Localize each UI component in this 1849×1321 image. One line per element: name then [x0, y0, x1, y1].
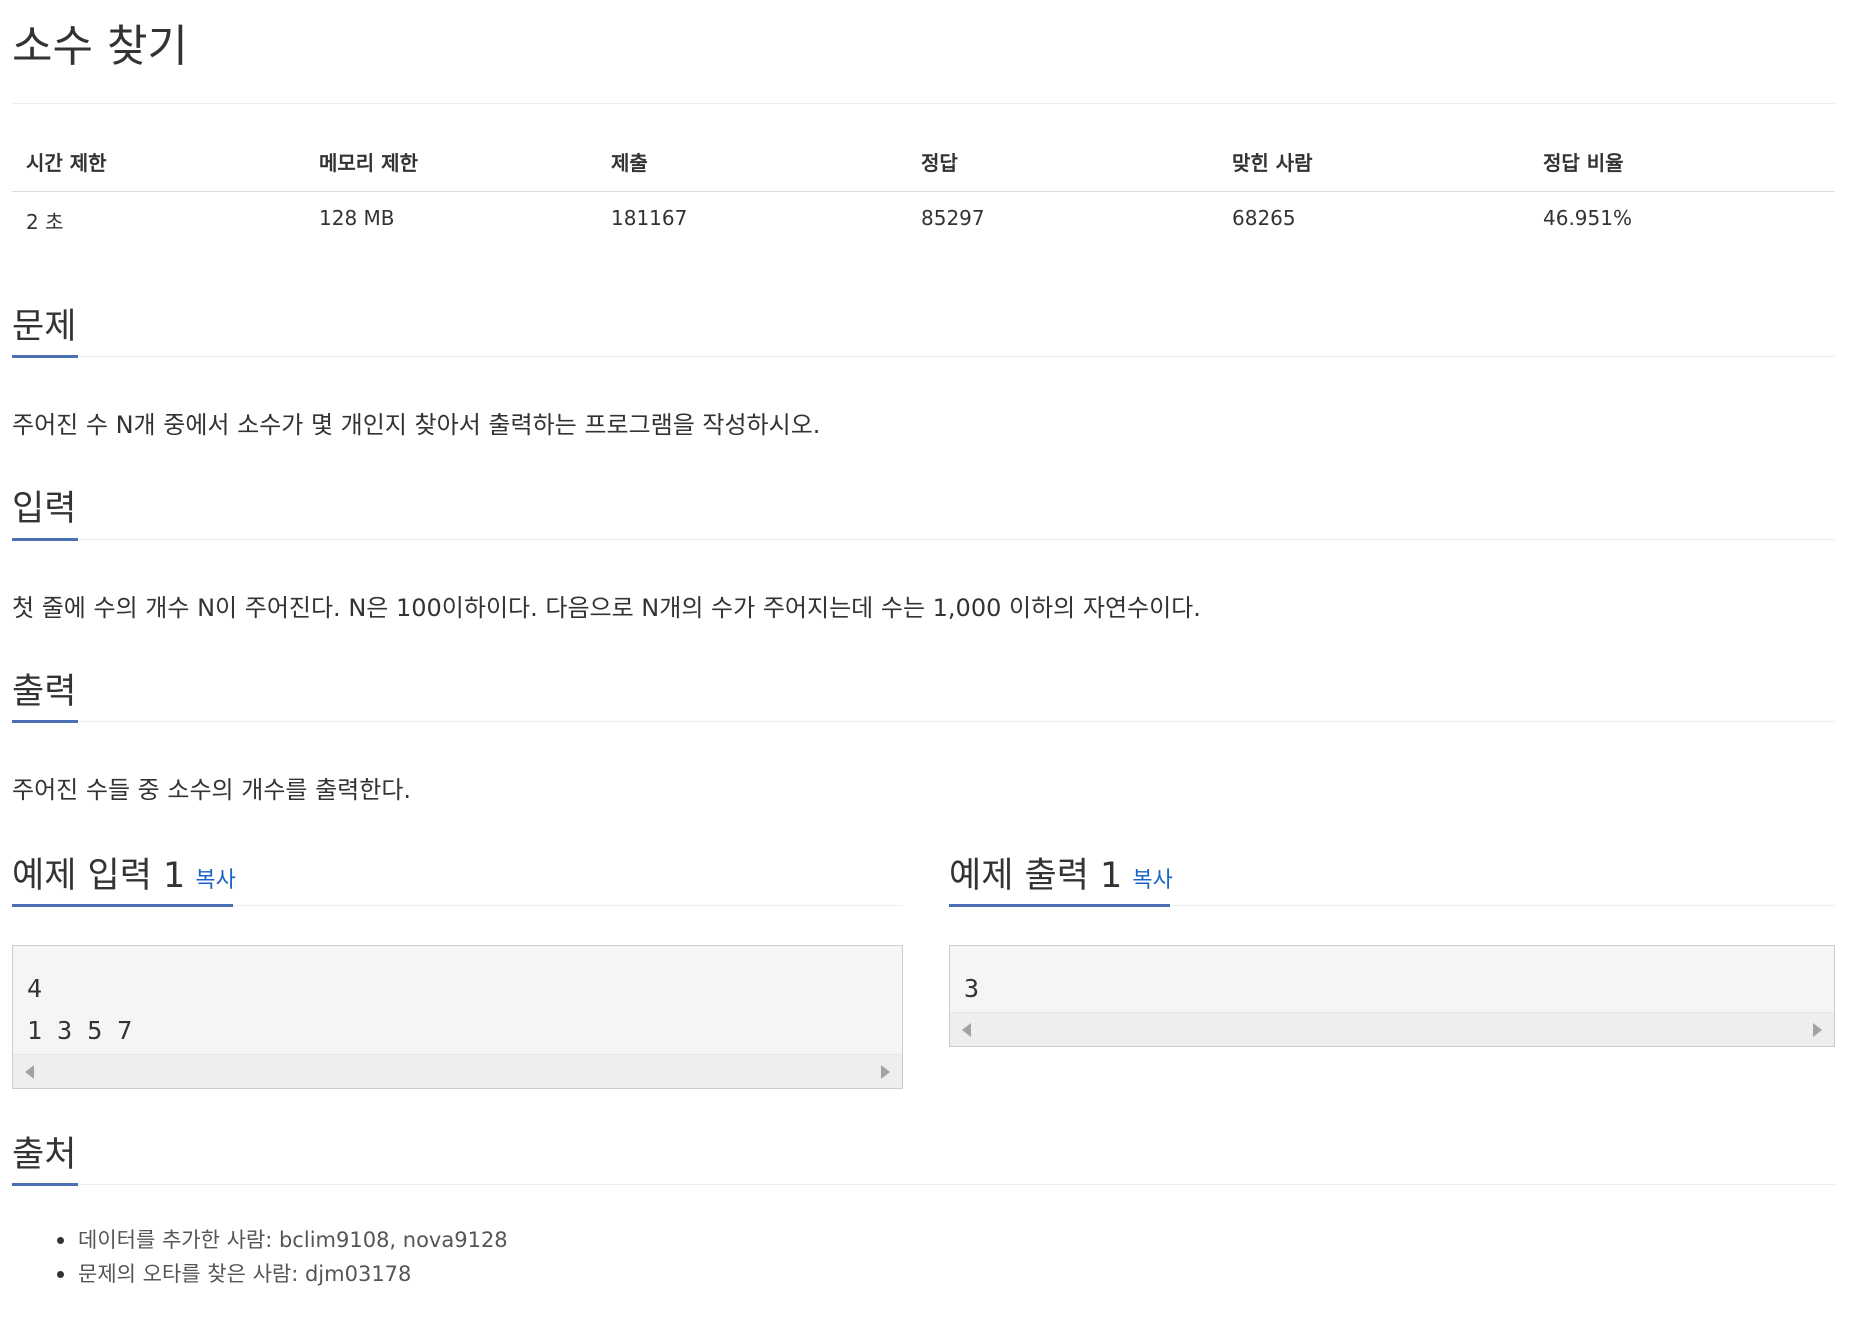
title-divider	[12, 103, 1835, 104]
source-item-text: 문제의 오타를 찾은 사람: djm03178	[78, 1262, 412, 1286]
scroll-left-icon[interactable]	[962, 1023, 971, 1037]
source-item: 데이터를 추가한 사람: bclim9108, nova9128	[12, 1223, 1012, 1257]
bullet-icon	[57, 1237, 64, 1244]
scroll-right-icon[interactable]	[1813, 1023, 1822, 1037]
stats-header-ratio: 정답 비율	[1543, 151, 1624, 175]
input-divider	[12, 539, 1835, 540]
output-heading-underline	[12, 720, 78, 723]
input-description: 첫 줄에 수의 개수 N이 주어진다. N은 100이하이다. 다음으로 N개의…	[12, 594, 1201, 622]
sample-output-heading: 예제 출력 1 복사	[949, 847, 1173, 898]
stats-header-divider	[12, 191, 1835, 192]
input-heading: 입력	[12, 489, 77, 529]
sample-output-copy-button[interactable]: 복사	[1132, 868, 1172, 893]
stats-header-submissions: 제출	[611, 151, 648, 175]
sample-input-scrollbar[interactable]	[13, 1054, 902, 1088]
stats-header-accepted: 정답	[921, 151, 958, 175]
stats-value-accepted: 85297	[921, 206, 985, 230]
sample-input-heading-underline	[12, 904, 233, 907]
problem-heading: 문제	[12, 307, 77, 347]
source-list-container: 데이터를 추가한 사람: bclim9108, nova9128 문제의 오타를…	[12, 1223, 1012, 1291]
output-divider	[12, 721, 1835, 722]
source-heading: 출처	[12, 1135, 77, 1175]
stats-header-memory-limit: 메모리 제한	[319, 151, 418, 175]
source-item-text: 데이터를 추가한 사람: bclim9108, nova9128	[78, 1228, 508, 1252]
problem-description: 주어진 수 N개 중에서 소수가 몇 개인지 찾아서 출력하는 프로그램을 작성…	[12, 411, 821, 439]
page-title: 소수 찾기	[12, 21, 188, 72]
sample-output-title: 예제 출력 1	[949, 856, 1123, 896]
sample-output-box[interactable]: 3	[949, 945, 1835, 1047]
sample-input-heading: 예제 입력 1 복사	[12, 847, 236, 898]
stats-value-time-limit: 2 초	[26, 210, 64, 234]
sample-input-copy-button[interactable]: 복사	[195, 868, 235, 893]
stats-value-submissions: 181167	[611, 206, 688, 230]
sample-output-content: 3	[964, 974, 980, 1003]
scroll-left-icon[interactable]	[25, 1065, 34, 1079]
source-heading-underline	[12, 1183, 78, 1186]
problem-heading-underline	[12, 355, 78, 358]
bullet-icon	[57, 1271, 64, 1278]
source-divider	[12, 1184, 1835, 1185]
problem-divider	[12, 356, 1835, 357]
scroll-right-icon[interactable]	[881, 1065, 890, 1079]
stats-value-memory-limit: 128 MB	[319, 206, 395, 230]
source-list: 데이터를 추가한 사람: bclim9108, nova9128 문제의 오타를…	[12, 1223, 1012, 1291]
input-heading-underline	[12, 538, 78, 541]
sample-input-content: 4 1 3 5 7	[27, 974, 133, 1045]
sample-output-scrollbar[interactable]	[950, 1012, 1834, 1046]
problem-page: 소수 찾기 시간 제한 메모리 제한 제출 정답 맞힌 사람 정답 비율 2 초…	[0, 0, 1849, 1321]
stats-header-solvers: 맞힌 사람	[1232, 151, 1313, 175]
stats-value-ratio: 46.951%	[1543, 206, 1632, 230]
sample-output-heading-underline	[949, 904, 1170, 907]
source-item: 문제의 오타를 찾은 사람: djm03178	[12, 1257, 1012, 1291]
output-description: 주어진 수들 중 소수의 개수를 출력한다.	[12, 776, 412, 804]
stats-header-time-limit: 시간 제한	[26, 151, 107, 175]
stats-value-solvers: 68265	[1232, 206, 1296, 230]
sample-input-box[interactable]: 4 1 3 5 7	[12, 945, 903, 1089]
sample-input-title: 예제 입력 1	[12, 856, 186, 896]
output-heading: 출력	[12, 672, 77, 712]
